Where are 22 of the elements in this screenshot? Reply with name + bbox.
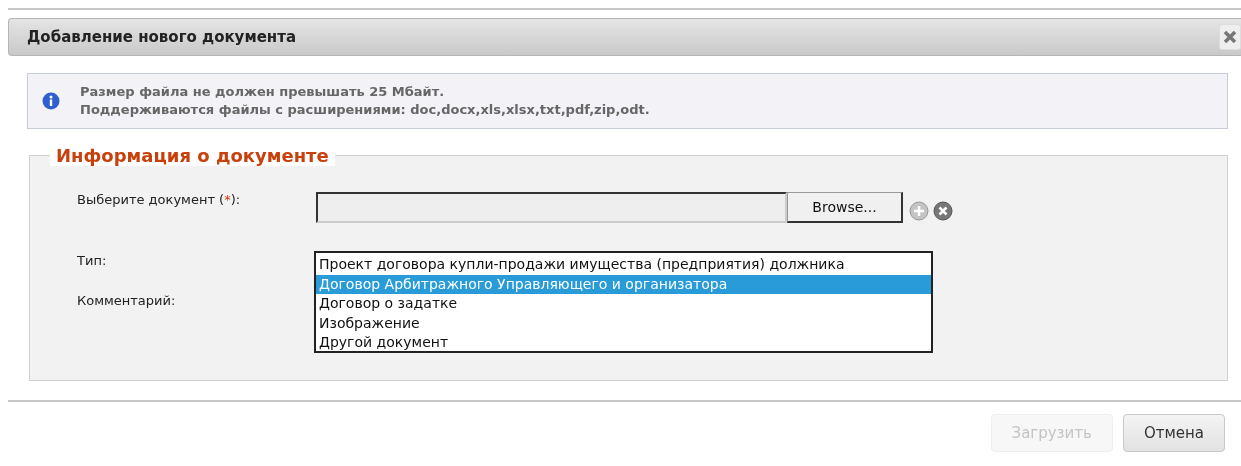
field-label-end: ): — [230, 192, 241, 207]
list-option[interactable]: Проект договора купли-продажи имущества (предприятия) должника — [316, 255, 931, 275]
info-icon — [42, 92, 60, 110]
list-option[interactable]: Договор о задатке — [316, 294, 931, 314]
browse-button[interactable]: Browse... — [787, 192, 903, 223]
add-icon[interactable] — [909, 201, 929, 221]
file-path-field[interactable] — [316, 192, 787, 223]
cancel-button[interactable]: Отмена — [1122, 414, 1225, 452]
field-label: Выберите документ ( — [77, 192, 225, 207]
info-text: Размер файла не должен превышать 25 Мбайт. — [80, 83, 446, 101]
field-label: Тип: — [77, 253, 108, 268]
info-text: Поддерживаются файлы с расширениями: doc,docx,xls,xlsx,txt,pdf,zip,odt. — [80, 101, 650, 119]
required-mark: * — [224, 192, 231, 207]
section-legend: Информация о документе — [50, 145, 335, 166]
type-listbox[interactable]: Проект договора купли-продажи имущества (предприятия) должника Договор Арбитражного Управляющего и организатора Договор о задатке Изображение Другой документ — [314, 251, 933, 353]
close-button[interactable] — [1219, 24, 1241, 50]
field-label: Комментарий: — [77, 293, 177, 308]
close-icon — [1223, 30, 1237, 44]
remove-icon[interactable] — [933, 201, 953, 221]
list-option[interactable]: Изображение — [316, 313, 931, 333]
list-option[interactable]: Другой документ — [316, 333, 931, 353]
dialog-title: Добавление нового документа — [27, 28, 296, 46]
